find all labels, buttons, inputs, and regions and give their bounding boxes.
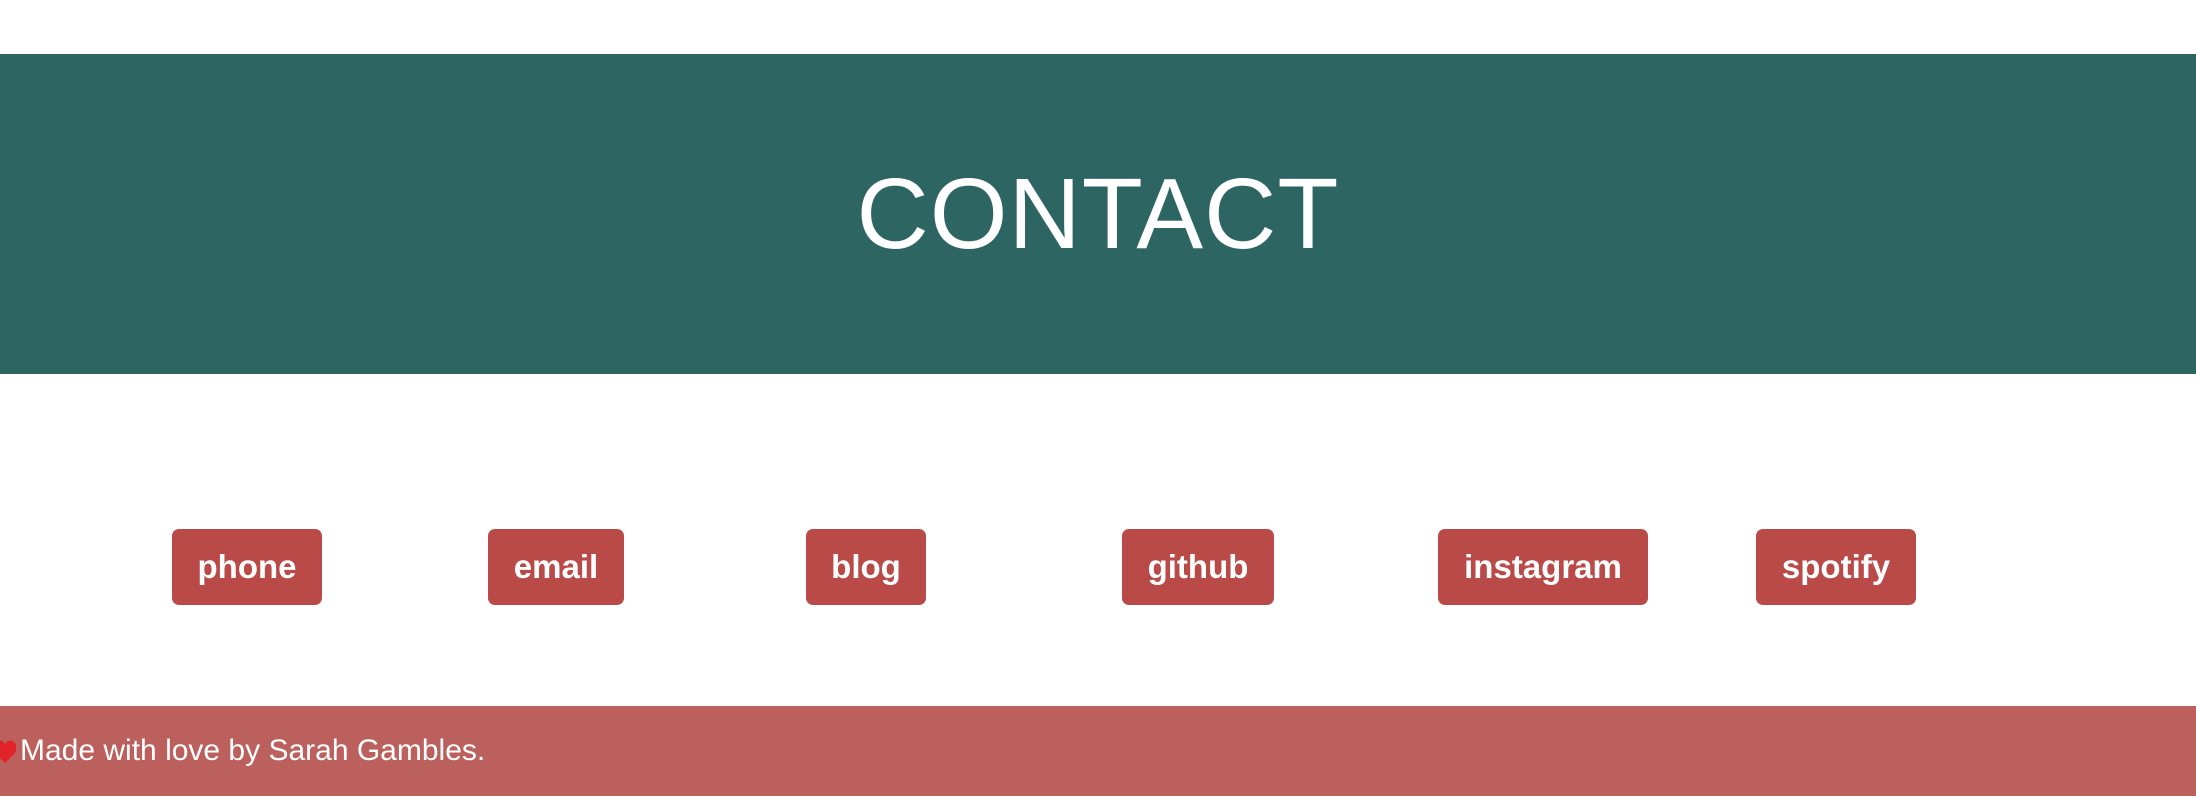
footer-text: Made with love by Sarah Gambles.: [20, 734, 486, 767]
phone-button[interactable]: phone: [172, 529, 322, 605]
blog-button[interactable]: blog: [806, 529, 926, 605]
spotify-button[interactable]: spotify: [1756, 529, 1916, 605]
page-title: CONTACT: [856, 158, 1340, 270]
footer: Made with love by Sarah Gambles.: [0, 706, 2196, 796]
heart-icon: [0, 737, 16, 765]
page: CONTACT phone email blog github instagra…: [0, 0, 2196, 796]
contact-links: phone email blog github instagram spotif…: [0, 529, 2196, 607]
email-button[interactable]: email: [488, 529, 624, 605]
hero-banner: CONTACT: [0, 54, 2196, 374]
instagram-button[interactable]: instagram: [1438, 529, 1648, 605]
github-button[interactable]: github: [1122, 529, 1274, 605]
footer-credit: Made with love by Sarah Gambles.: [0, 734, 485, 768]
